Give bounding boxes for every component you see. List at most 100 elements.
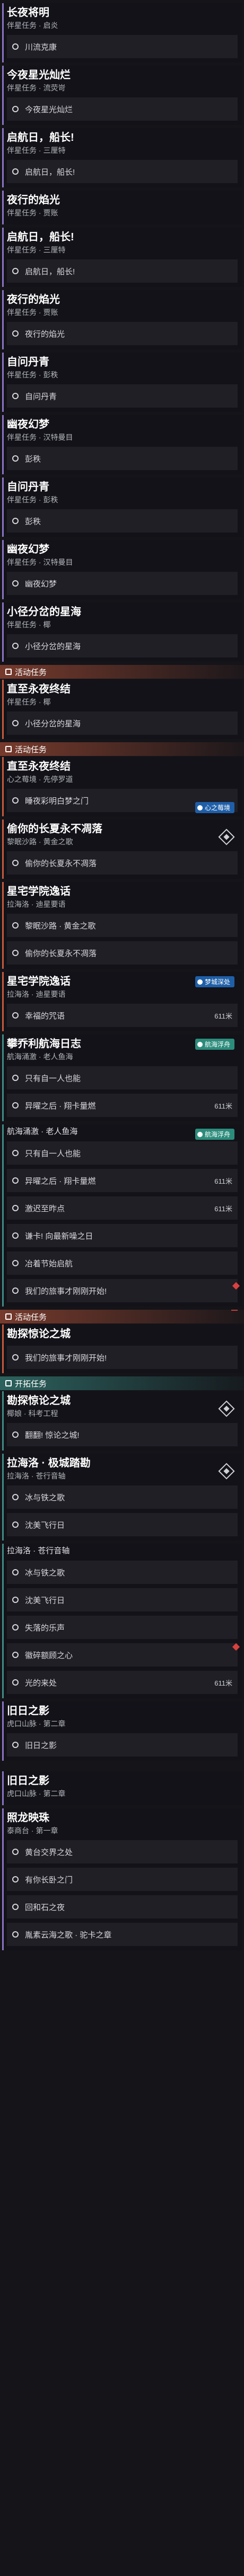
location-tag[interactable]: 航海浮舟 (195, 1129, 234, 1140)
quest-step[interactable]: 今夜星光灿烂 (7, 97, 238, 121)
task-icon (5, 1313, 12, 1320)
quest-step[interactable]: 彭秩 (7, 447, 238, 470)
quest-step[interactable]: 旧日之影 (7, 1733, 238, 1757)
step-label: 幽夜幻梦 (25, 579, 57, 589)
quest-card[interactable]: 照龙映珠 泰商台 · 第一章 黄台交界之处 有你长卧之门 回和石之夜 胤素云海之… (2, 1808, 242, 1950)
quest-card[interactable]: 自问丹青 伴星任务 · 彭秩 自问丹青 (2, 353, 242, 412)
circle-icon (12, 1742, 19, 1748)
quest-step[interactable]: 我们的旅事才刚刚开始! (7, 1346, 238, 1369)
quest-subtitle: 伴星任务 · 彭秩 (7, 371, 58, 379)
quest-subtitle: 伴星任务 · 汉特曼目 (7, 558, 73, 566)
quest-step[interactable]: 冶着节始启航 (7, 1251, 238, 1275)
quest-step[interactable]: 徽碎额顾之心 (7, 1643, 238, 1667)
quest-step[interactable]: 翻翻! 惊论之城! (7, 1423, 238, 1446)
quest-step[interactable]: 有你长卧之门 (7, 1868, 238, 1891)
quest-card[interactable]: 旧日之影 虎口山脉 · 第二章 (2, 1771, 242, 1805)
quest-step[interactable]: 偷你的长夏永不凋落 (7, 941, 238, 965)
quest-step[interactable]: 激迟至昨点 611米 (7, 1196, 238, 1220)
circle-icon (12, 1354, 19, 1361)
step-label: 川流克康 (25, 42, 57, 52)
quest-title: 照龙映珠 (7, 1812, 49, 1824)
quest-card[interactable]: 航海涌激 · 老人鱼海 只有自一人也能 异曜之后 · 翔卡量燃 611米 激迟至昨… (2, 1124, 242, 1311)
step-label: 启航日，船长! (25, 267, 75, 276)
quest-card[interactable]: 星宅学院逸话 拉海洛 · 迪星要语 黎眠沙路 · 黄金之歌 偷你的长夏永不凋落 (2, 882, 242, 969)
quest-step[interactable]: 冰与铁之歌 (7, 1561, 238, 1584)
quest-step[interactable]: 偷你的长夏永不凋落 (7, 851, 238, 875)
section-label: 活动任务 (15, 745, 47, 754)
step-label: 偷你的长夏永不凋落 (25, 949, 97, 958)
quest-card[interactable]: 直至永夜终结 伴星任务 · 椰 小径分岔的星海 (2, 680, 242, 739)
quest-step[interactable]: 幸福的咒语 611米 (7, 1004, 238, 1027)
quest-step[interactable]: 沈美飞行日 (7, 1588, 238, 1611)
quest-step[interactable]: 异曜之后 · 翔卡量燃 611米 (7, 1094, 238, 1117)
quest-step[interactable]: 川流克康 (7, 35, 238, 58)
quest-step[interactable]: 彭秩 (7, 509, 238, 533)
quest-step[interactable]: 小径分岔的星海 (7, 711, 238, 735)
quest-step[interactable]: 只有自一人也能 (7, 1066, 238, 1089)
quest-step[interactable]: 启航日，船长! (7, 259, 238, 283)
quest-card[interactable]: 拉海洛 · 苍行音轴 冰与铁之歌 沈美飞行日 失落的乐声 徽碎额顾之心 光的来处… (2, 1544, 242, 1698)
quest-step[interactable]: 沈美飞行日 (7, 1513, 238, 1536)
quest-card[interactable]: 星宅学院逸话 拉海洛 · 迪星要语 幸福的咒语 611米 梦城深处 (2, 972, 242, 1031)
quest-card[interactable]: 偷你的长夏永不凋落 黎眠沙路 · 黄金之歌 偷你的长夏永不凋落 (2, 819, 242, 879)
quest-subtitle: 伴星任务 · 彭秩 (7, 496, 58, 504)
section-label: 活动任务 (15, 668, 47, 677)
step-label: 沈美飞行日 (25, 1520, 65, 1530)
quest-subtitle: 伴星任务 · 椰 (7, 698, 51, 706)
quest-card[interactable]: 启航日，船长! 伴星任务 · 三厘特 启航日，船长! (2, 228, 242, 287)
quest-title: 拉海洛 · 极城踏勘 (7, 1457, 91, 1469)
quest-card[interactable]: 直至永夜终结 心之莓境 · 先停罗道 睡夜彩明白梦之门 心之莓境 (2, 757, 242, 816)
quest-step[interactable]: 自问丹青 (7, 384, 238, 408)
quest-card[interactable]: 夜行的焰光 伴星任务 · 贾账 (2, 191, 242, 224)
quest-step[interactable]: 幽夜幻梦 (7, 572, 238, 595)
quest-card[interactable]: 拉海洛 · 极城踏勘 拉海洛 · 苍行音轴 冰与铁之歌 沈美飞行日 (2, 1454, 242, 1541)
quest-card[interactable]: 旧日之影 虎口山脉 · 第二章 旧日之影 (2, 1701, 242, 1761)
quest-step[interactable]: 光的来处 611米 (7, 1671, 238, 1694)
step-label: 异曜之后 · 翔卡量燃 (25, 1101, 96, 1111)
quest-subtitle: 伴星任务 · 汉特曼目 (7, 433, 73, 442)
circle-icon (12, 1876, 19, 1883)
quest-card[interactable]: 小径分岔的星海 伴星任务 · 椰 小径分岔的星海 (2, 602, 242, 662)
quest-card[interactable]: 攀乔利航海日志 航海涌激 · 老人鱼海 只有自一人也能 异曜之后 · 翔卡量燃 6… (2, 1034, 242, 1121)
quest-step[interactable]: 回和石之夜 (7, 1895, 238, 1919)
circle-icon (12, 106, 19, 112)
quest-step[interactable]: 小径分岔的星海 (7, 634, 238, 657)
quest-step[interactable]: 夜行的焰光 (7, 322, 238, 345)
quest-card[interactable]: 勘探惊论之城 我们的旅事才刚刚开始! (2, 1325, 242, 1373)
location-tag[interactable]: 梦城深处 (195, 976, 234, 987)
step-label: 胤素云海之歌 · 驼卡之章 (25, 1930, 112, 1940)
quest-card[interactable]: 今夜星光灿烂 伴星任务 · 流荧岢 今夜星光灿烂 (2, 66, 242, 125)
quest-step[interactable]: 冰与铁之歌 (7, 1485, 238, 1509)
task-icon (5, 669, 12, 675)
quest-card[interactable]: 自问丹青 伴星任务 · 彭秩 彭秩 (2, 478, 242, 537)
quest-card[interactable]: 幽夜幻梦 伴星任务 · 汉特曼目 彭秩 (2, 415, 242, 474)
quest-subtitle: 椰娘 · 科考工程 (7, 1409, 58, 1418)
quest-title: 长夜将明 (7, 7, 49, 19)
location-tag[interactable]: 航海浮舟 (195, 1039, 234, 1050)
quest-card[interactable]: 勘探惊论之城 椰娘 · 科考工程 翻翻! 惊论之城! (2, 1391, 242, 1451)
quest-step[interactable]: 我们的旅事才刚刚开始! (7, 1279, 238, 1302)
quest-step[interactable]: 谦卡! 向最新噪之日 (7, 1224, 238, 1247)
quest-subtitle: 伴星任务 · 贾账 (7, 209, 58, 217)
step-label: 幸福的咒语 (25, 1011, 65, 1021)
quest-step[interactable]: 启航日，船长! (7, 160, 238, 183)
quest-subtitle: 拉海洛 · 迪星要语 (7, 900, 66, 908)
section-label: 开拓任务 (15, 1379, 47, 1389)
quest-step[interactable]: 异曜之后 · 翔卡量燃 611米 (7, 1169, 238, 1192)
step-label: 异曜之后 · 翔卡量燃 (25, 1176, 96, 1186)
quest-title: 勘探惊论之城 (7, 1395, 71, 1407)
quest-step[interactable]: 黎眠沙路 · 黄金之歌 (7, 914, 238, 937)
step-label: 自问丹青 (25, 392, 57, 401)
quest-card[interactable]: 幽夜幻梦 伴星任务 · 汉特曼目 幽夜幻梦 (2, 540, 242, 599)
quest-subtitle: 心之莓境 · 先停罗道 (7, 775, 73, 783)
quest-card[interactable]: 启航日，船长! 伴星任务 · 三厘特 启航日，船长! (2, 128, 242, 187)
quest-card[interactable]: 夜行的焰光 伴星任务 · 贾账 夜行的焰光 (2, 290, 242, 349)
location-tag[interactable]: 心之莓境 (195, 802, 234, 813)
step-label: 黄台交界之处 (25, 1848, 73, 1857)
quest-step[interactable]: 黄台交界之处 (7, 1840, 238, 1863)
quest-card[interactable]: 长夜将明 伴星任务 · 启炎 川流克康 (2, 3, 242, 62)
quest-step[interactable]: 胤素云海之歌 · 驼卡之章 (7, 1923, 238, 1946)
quest-step[interactable]: 失落的乐声 (7, 1616, 238, 1639)
circle-icon (12, 720, 19, 726)
quest-step[interactable]: 只有自一人也能 (7, 1141, 238, 1165)
